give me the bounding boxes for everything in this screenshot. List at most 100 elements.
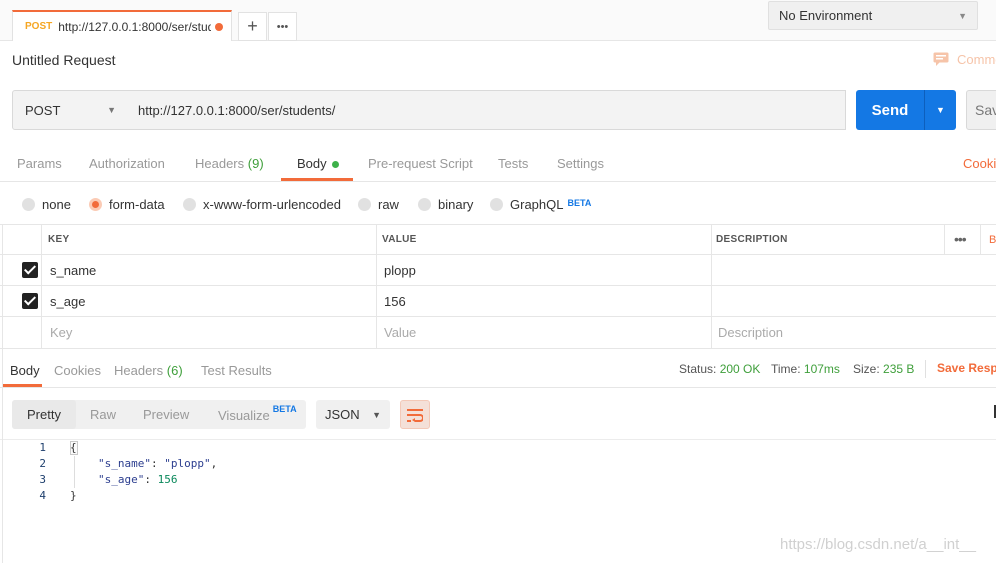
indent-guide	[74, 456, 75, 488]
json-string: "plopp"	[164, 457, 211, 470]
tab-body[interactable]: Body	[297, 156, 339, 171]
send-button[interactable]: Send ▼	[856, 90, 956, 130]
radio-selected-icon	[89, 198, 102, 211]
code-line: "s_name": "plopp",	[98, 457, 218, 470]
view-pretty-button[interactable]: Pretty	[27, 407, 61, 422]
format-label: JSON	[325, 407, 360, 422]
table-more-icon[interactable]: •••	[954, 231, 967, 247]
wrap-lines-button[interactable]	[400, 400, 430, 429]
tab-body-label: Body	[297, 156, 327, 171]
plus-icon: +	[247, 16, 258, 36]
tab-headers-label: Headers	[195, 156, 245, 171]
new-description-input[interactable]: Description	[718, 325, 783, 340]
row-1-checkbox[interactable]	[22, 262, 38, 278]
ellipsis-icon: •••	[276, 20, 289, 33]
radio-circle-icon	[22, 198, 35, 211]
radio-binary[interactable]: binary	[418, 197, 473, 212]
active-tab-indicator	[281, 178, 353, 181]
response-time: Time: 107ms	[771, 362, 840, 376]
chevron-down-icon[interactable]: ▼	[925, 105, 956, 115]
radio-none[interactable]: none	[22, 197, 71, 212]
column-value: VALUE	[382, 234, 417, 245]
size-label: Size:	[853, 362, 880, 376]
environment-select[interactable]: No Environment ▼	[768, 1, 978, 30]
tab-params[interactable]: Params	[17, 156, 62, 171]
request-tab[interactable]: POST http://127.0.0.1:8000/ser/stud…	[12, 10, 232, 41]
row-1-value[interactable]: plopp	[384, 263, 416, 278]
radio-raw[interactable]: raw	[358, 197, 399, 212]
tab-url: http://127.0.0.1:8000/ser/stud…	[58, 19, 211, 34]
environment-label: No Environment	[779, 8, 873, 23]
response-tab-test-results[interactable]: Test Results	[201, 363, 272, 378]
active-dot-icon	[331, 161, 339, 169]
format-select[interactable]: JSON ▼	[316, 400, 390, 429]
response-tab-headers[interactable]: Headers (6)	[114, 363, 183, 378]
radio-circle-icon	[418, 198, 431, 211]
column-divider	[980, 224, 981, 255]
code-line: }	[70, 489, 77, 502]
tab-method: POST	[25, 21, 53, 32]
unsaved-dot-icon	[215, 22, 223, 31]
tab-tests[interactable]: Tests	[498, 156, 528, 171]
send-label: Send	[871, 101, 909, 119]
radio-form-data-label: form-data	[109, 197, 165, 212]
line-number: 4	[39, 489, 46, 502]
request-title: Untitled Request	[12, 52, 116, 68]
tab-headers[interactable]: Headers (9)	[195, 156, 264, 171]
response-tab-cookies[interactable]: Cookies	[54, 363, 101, 378]
radio-none-label: none	[42, 197, 71, 212]
row-divider	[0, 285, 996, 286]
row-2-value[interactable]: 156	[384, 294, 406, 309]
radio-form-data[interactable]: form-data	[89, 197, 165, 212]
view-raw-button[interactable]: Raw	[90, 407, 116, 422]
method-select[interactable]: POST ▼	[12, 90, 129, 130]
radio-graphql-label: GraphQL	[510, 197, 564, 212]
new-tab-button[interactable]: +	[238, 12, 267, 41]
active-response-tab-indicator	[2, 384, 42, 387]
radio-urlencoded[interactable]: x-www-form-urlencoded	[183, 197, 341, 212]
status-divider	[925, 360, 926, 378]
line-number: 3	[39, 473, 46, 486]
comments-button[interactable]: Comme	[933, 52, 996, 67]
cookies-link[interactable]: Cookie	[963, 156, 996, 171]
beta-badge: BETA	[567, 198, 592, 208]
tab-settings[interactable]: Settings	[557, 156, 604, 171]
status-label: Status:	[679, 362, 717, 376]
row-2-key[interactable]: s_age	[50, 294, 85, 309]
view-preview-button[interactable]: Preview	[143, 407, 189, 422]
close-brace: }	[70, 489, 77, 502]
response-status: Status: 200 OK	[679, 362, 760, 376]
table-header	[0, 224, 996, 255]
chevron-down-icon: ▼	[372, 409, 381, 420]
response-tab-body[interactable]: Body	[10, 363, 40, 378]
new-value-input[interactable]: Value	[384, 325, 416, 340]
beta-badge: BETA	[272, 404, 297, 414]
left-border	[2, 224, 3, 563]
row-1-key[interactable]: s_name	[50, 263, 96, 278]
tab-prerequest-script[interactable]: Pre-request Script	[368, 156, 473, 171]
view-visualize-button[interactable]: Visualize BETA	[218, 404, 297, 423]
url-input[interactable]: http://127.0.0.1:8000/ser/students/	[128, 90, 846, 130]
column-divider	[711, 224, 712, 348]
new-key-input[interactable]: Key	[50, 325, 72, 340]
save-button[interactable]: Sav	[966, 90, 996, 130]
status-value: 200 OK	[719, 362, 761, 376]
open-brace: {	[70, 441, 77, 454]
comment-icon	[933, 52, 949, 66]
watermark: https://blog.csdn.net/a__int__	[780, 536, 976, 553]
response-tab-headers-label: Headers	[114, 363, 164, 378]
save-response-button[interactable]: Save Resp	[937, 361, 996, 375]
radio-urlencoded-label: x-www-form-urlencoded	[203, 197, 341, 212]
code-line: "s_age": 156	[98, 473, 178, 486]
radio-graphql[interactable]: GraphQL BETA	[490, 194, 591, 212]
tab-authorization[interactable]: Authorization	[89, 156, 165, 171]
bulk-edit-link[interactable]: B	[989, 234, 996, 246]
tab-headers-count: (9)	[247, 156, 264, 171]
size-value: 235 B	[883, 362, 915, 376]
radio-circle-icon	[490, 198, 503, 211]
chevron-down-icon: ▼	[958, 10, 967, 21]
wrap-lines-icon	[407, 408, 423, 422]
tab-more-button[interactable]: •••	[268, 12, 297, 41]
row-2-checkbox[interactable]	[22, 293, 38, 309]
radio-raw-label: raw	[378, 197, 399, 212]
